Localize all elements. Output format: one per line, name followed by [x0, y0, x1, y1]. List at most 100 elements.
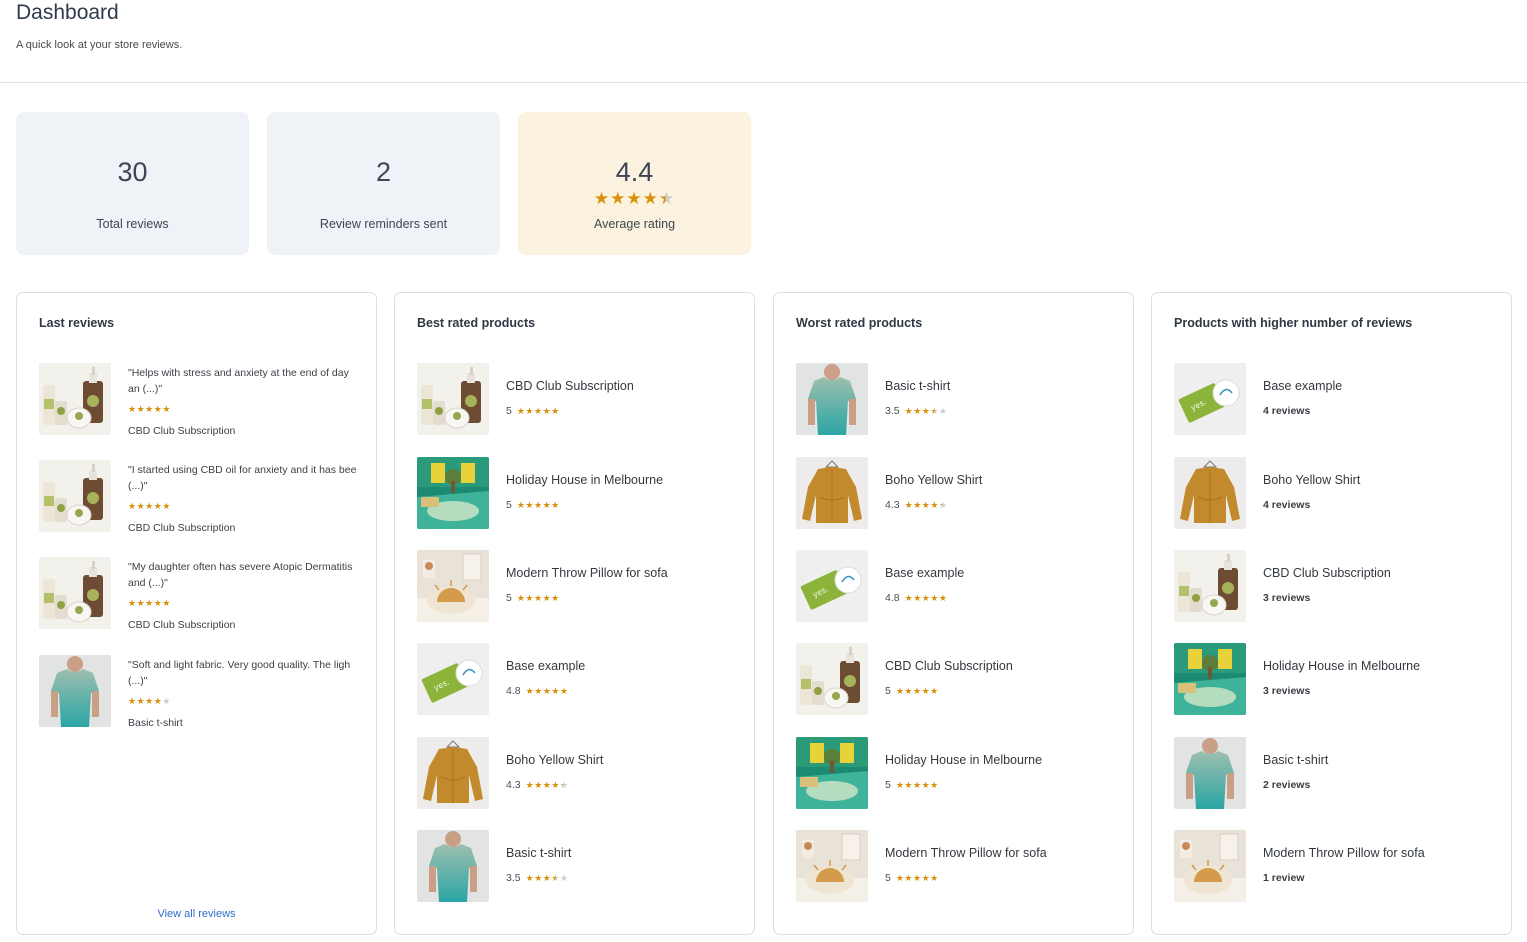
product-row[interactable]: Basic t-shirt 3.5 ★★★★★ [417, 830, 737, 902]
product-row[interactable]: Modern Throw Pillow for sofa 5 ★★★★★ [417, 550, 737, 622]
product-row[interactable]: Boho Yellow Shirt 4.3 ★★★★★ [796, 457, 1116, 529]
star-full-icon: ★ [542, 593, 552, 603]
star-full-icon: ★ [551, 593, 560, 603]
review-item[interactable]: "My daughter often has severe Atopic Der… [39, 557, 359, 637]
product-row[interactable]: Holiday House in Melbourne 3 reviews [1174, 643, 1494, 715]
most-reviewed-panel: Products with higher number of reviews y… [1151, 292, 1512, 935]
review-item[interactable]: "Helps with stress and anxiety at the en… [39, 363, 359, 443]
product-name[interactable]: Base example [885, 566, 964, 580]
product-rating: 4.8 ★★★★★ [506, 685, 569, 697]
product-name[interactable]: Modern Throw Pillow for sofa [1263, 846, 1425, 860]
review-count: 3 reviews [1263, 592, 1311, 604]
last-reviews-panel: Last reviews "Helps with stress and anxi… [16, 292, 377, 935]
product-row[interactable]: Basic t-shirt 3.5 ★★★★★ [796, 363, 1116, 435]
panel-title: Last reviews [39, 316, 115, 330]
star-empty-icon: ★ [938, 406, 948, 416]
star-full-icon: ★ [930, 780, 939, 790]
product-name[interactable]: Holiday House in Melbourne [885, 753, 1042, 767]
view-all-reviews-link[interactable]: View all reviews [17, 908, 376, 920]
card-product-image[interactable]: yes. [796, 550, 868, 622]
product-row[interactable]: Basic t-shirt 2 reviews [1174, 737, 1494, 809]
review-item[interactable]: "Soft and light fabric. Very good qualit… [39, 655, 359, 735]
product-row[interactable]: Boho Yellow Shirt 4.3 ★★★★★ [417, 737, 737, 809]
stat-card-total-reviews: 30 Total reviews [16, 112, 249, 255]
product-row[interactable]: Holiday House in Melbourne 5 ★★★★★ [417, 457, 737, 529]
product-row[interactable]: Holiday House in Melbourne 5 ★★★★★ [796, 737, 1116, 809]
cbd-product-image[interactable] [796, 643, 868, 715]
product-name[interactable]: Modern Throw Pillow for sofa [506, 566, 668, 580]
star-rating: ★★★★★ [517, 500, 560, 510]
product-row[interactable]: yes. Base example 4.8 ★★★★★ [417, 643, 737, 715]
star-half-icon: ★ [930, 406, 939, 416]
house-product-image[interactable] [1174, 643, 1246, 715]
cbd-product-image[interactable] [417, 363, 489, 435]
star-half-icon: ★ [559, 780, 569, 790]
card-product-image[interactable]: yes. [417, 643, 489, 715]
product-row[interactable]: CBD Club Subscription 5 ★★★★★ [796, 643, 1116, 715]
tshirt-product-image[interactable] [417, 830, 489, 902]
product-name[interactable]: CBD Club Subscription [1263, 566, 1391, 580]
tshirt-product-image[interactable] [796, 363, 868, 435]
product-name[interactable]: CBD Club Subscription [885, 659, 1013, 673]
star-rating: ★★★★★ [526, 686, 569, 696]
product-name[interactable]: Holiday House in Melbourne [1263, 659, 1420, 673]
star-rating: ★★★★★ [517, 406, 560, 416]
star-full-icon: ★ [593, 189, 611, 208]
product-name[interactable]: Boho Yellow Shirt [1263, 473, 1360, 487]
product-row[interactable]: yes. Base example 4 reviews [1174, 363, 1494, 435]
product-name[interactable]: Basic t-shirt [885, 379, 950, 393]
cbd-product-image[interactable] [39, 460, 111, 532]
star-rating: ★★★★★ [128, 598, 171, 609]
product-rating: 5 ★★★★★ [885, 779, 939, 791]
star-full-icon: ★ [642, 189, 659, 208]
product-row[interactable]: Modern Throw Pillow for sofa 5 ★★★★★ [796, 830, 1116, 902]
star-full-icon: ★ [913, 593, 922, 603]
product-row[interactable]: Boho Yellow Shirt 4 reviews [1174, 457, 1494, 529]
product-row[interactable]: yes. Base example 4.8 ★★★★★ [796, 550, 1116, 622]
product-name[interactable]: Boho Yellow Shirt [506, 753, 603, 767]
star-full-icon: ★ [128, 696, 137, 706]
shirt-product-image[interactable] [1174, 457, 1246, 529]
shirt-product-image[interactable] [796, 457, 868, 529]
pillow-product-image[interactable] [417, 550, 489, 622]
star-full-icon: ★ [145, 598, 154, 608]
shirt-product-image[interactable] [417, 737, 489, 809]
review-quote: "My daughter often has severe Atopic Der… [128, 561, 353, 589]
star-rating: ★★★★★ [526, 780, 569, 790]
product-name[interactable]: Base example [1263, 379, 1342, 393]
cbd-product-image[interactable] [39, 557, 111, 629]
star-full-icon: ★ [610, 189, 627, 208]
cbd-product-image[interactable] [39, 363, 111, 435]
house-product-image[interactable] [796, 737, 868, 809]
page-title: Dashboard [16, 1, 119, 24]
star-full-icon: ★ [128, 598, 137, 608]
tshirt-product-image[interactable] [1174, 737, 1246, 809]
pillow-product-image[interactable] [1174, 830, 1246, 902]
rating-score: 5 [885, 685, 891, 697]
product-name[interactable]: Basic t-shirt [506, 846, 571, 860]
review-item[interactable]: "I started using CBD oil for anxiety and… [39, 460, 359, 540]
product-name[interactable]: Holiday House in Melbourne [506, 473, 663, 487]
star-full-icon: ★ [534, 500, 543, 510]
cbd-product-image[interactable] [1174, 550, 1246, 622]
product-name[interactable]: CBD Club Subscription [506, 379, 634, 393]
stat-label: Review reminders sent [319, 217, 448, 231]
house-product-image[interactable] [417, 457, 489, 529]
tshirt-product-image[interactable] [39, 655, 111, 727]
review-quote: "I started using CBD oil for anxiety and… [128, 464, 357, 492]
stat-card-review-reminders: 2 Review reminders sent [267, 112, 500, 255]
product-row[interactable]: CBD Club Subscription 3 reviews [1174, 550, 1494, 622]
star-empty-icon: ★ [162, 696, 171, 706]
product-row[interactable]: CBD Club Subscription 5 ★★★★★ [417, 363, 737, 435]
product-name[interactable]: Base example [506, 659, 585, 673]
star-rating: ★★★★★ [896, 686, 939, 696]
card-product-image[interactable]: yes. [1174, 363, 1246, 435]
star-full-icon: ★ [921, 873, 931, 883]
star-full-icon: ★ [534, 593, 543, 603]
star-full-icon: ★ [930, 500, 939, 510]
product-name[interactable]: Modern Throw Pillow for sofa [885, 846, 1047, 860]
pillow-product-image[interactable] [796, 830, 868, 902]
product-row[interactable]: Modern Throw Pillow for sofa 1 review [1174, 830, 1494, 902]
product-name[interactable]: Boho Yellow Shirt [885, 473, 982, 487]
product-name[interactable]: Basic t-shirt [1263, 753, 1328, 767]
